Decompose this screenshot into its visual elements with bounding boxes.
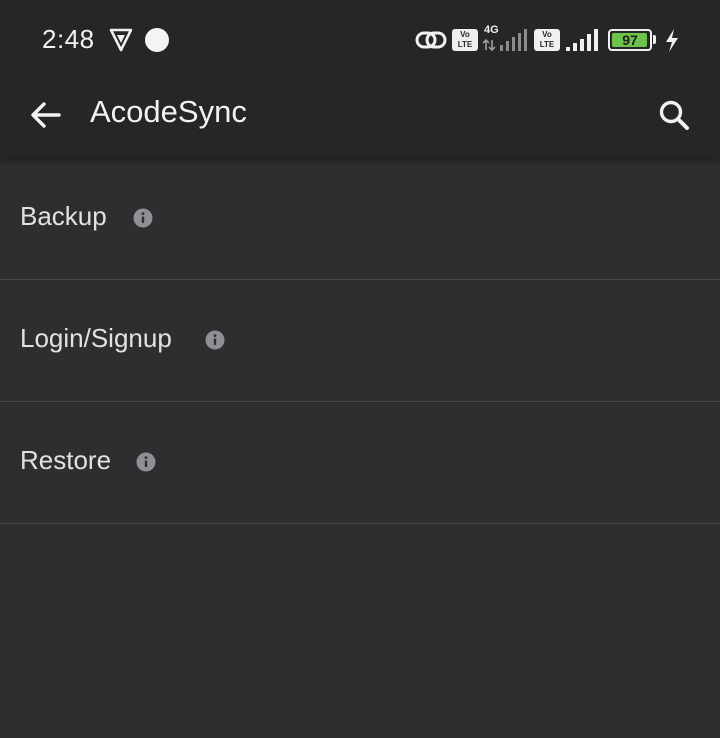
search-icon (659, 100, 689, 130)
page-title: AcodeSync (90, 94, 247, 129)
volte-top-text: Vo (542, 30, 552, 39)
vpn-icon (109, 28, 133, 52)
settings-item-label: Login/Signup (20, 323, 172, 353)
volte-top-text: Vo (460, 30, 470, 39)
settings-item-login-signup[interactable]: Login/Signup (0, 280, 720, 402)
settings-list: Backup Login/Signup Restore (0, 158, 720, 524)
volte-icon: Vo LTE (452, 29, 478, 51)
signal-icon-2 (566, 29, 598, 51)
battery-cap (653, 35, 656, 44)
arrow-left-icon (31, 102, 61, 128)
info-icon[interactable] (136, 452, 156, 472)
signal-icon (482, 29, 527, 52)
settings-item-label: Backup (20, 201, 107, 231)
status-icons: Vo LTE 4G Vo LTE 97 (414, 24, 684, 56)
settings-item-restore[interactable]: Restore (0, 402, 720, 524)
status-time: 2:48 (42, 24, 95, 54)
volte-bottom-text: LTE (539, 40, 555, 49)
volte-icon-2: Vo LTE (534, 29, 560, 51)
battery-level: 97 (622, 32, 638, 48)
link-icon (415, 31, 447, 49)
settings-item-backup[interactable]: Backup (0, 158, 720, 280)
notification-dot-icon (145, 28, 169, 52)
charging-icon (666, 29, 678, 52)
status-bar: 2:48 Vo LTE 4G Vo LTE 97 (0, 0, 720, 78)
volte-bottom-text: LTE (457, 40, 473, 49)
battery-icon: 97 (608, 29, 652, 51)
info-icon[interactable] (133, 208, 153, 228)
info-icon[interactable] (205, 330, 225, 350)
app-bar: AcodeSync (0, 78, 720, 158)
search-button[interactable] (652, 94, 696, 138)
settings-item-label: Restore (20, 445, 112, 475)
back-button[interactable] (24, 94, 68, 138)
